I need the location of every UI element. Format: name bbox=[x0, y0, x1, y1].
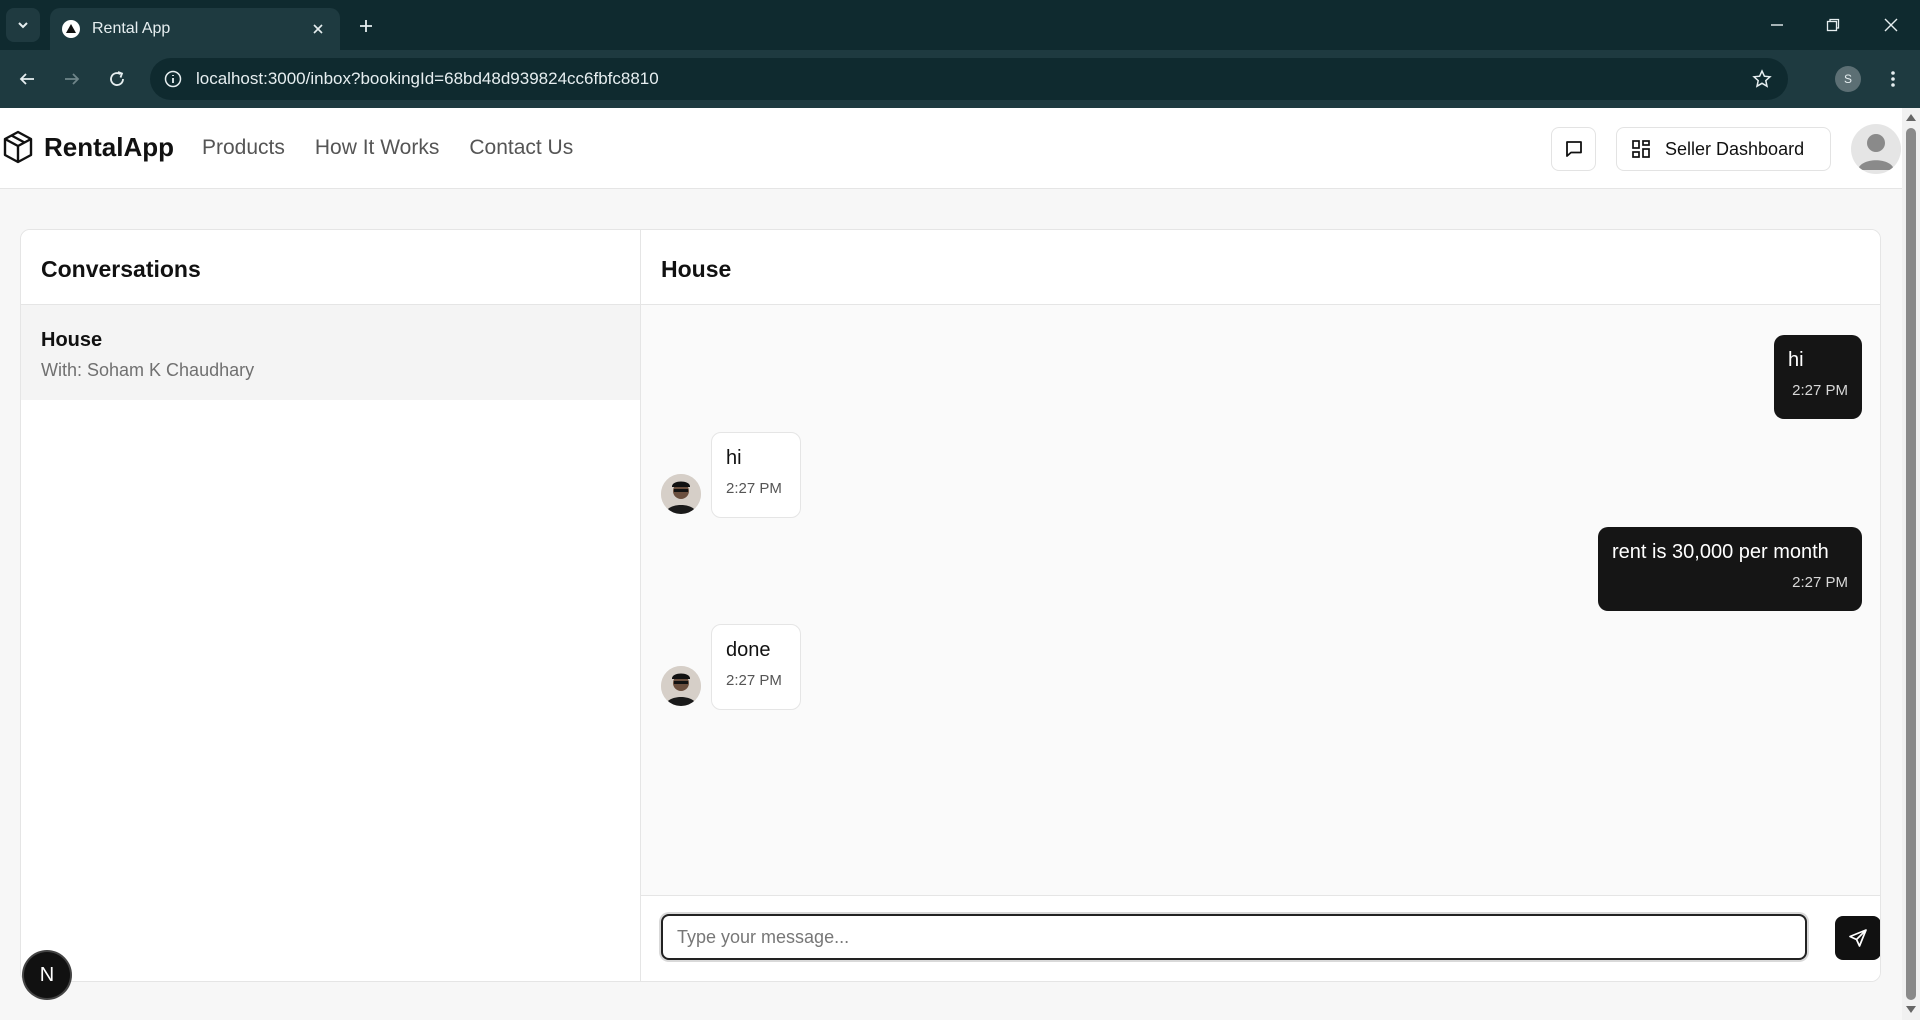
nav-products[interactable]: Products bbox=[202, 136, 285, 160]
dashboard-grid-icon bbox=[1632, 140, 1650, 158]
minimize-icon bbox=[1771, 24, 1783, 26]
incoming-message: done 2:27 PM bbox=[711, 624, 801, 710]
conversation-title: House bbox=[41, 329, 103, 351]
message-input[interactable] bbox=[661, 914, 1807, 960]
close-icon bbox=[1884, 18, 1898, 32]
message-text: hi bbox=[1788, 349, 1804, 371]
chat-pane: House hi 2:27 PM hi 2:27 PM rent is 30,0… bbox=[641, 230, 1880, 981]
browser-profile-avatar[interactable]: S bbox=[1835, 66, 1861, 92]
message-text: hi bbox=[726, 447, 742, 469]
arrow-right-icon bbox=[65, 73, 80, 85]
conversations-title: Conversations bbox=[21, 230, 640, 305]
tab-search-button[interactable] bbox=[6, 8, 40, 42]
back-button[interactable] bbox=[10, 62, 44, 96]
reload-icon bbox=[110, 71, 124, 86]
outgoing-message: hi 2:27 PM bbox=[1774, 335, 1862, 419]
package-cube-icon bbox=[3, 130, 33, 164]
message-time: 2:27 PM bbox=[726, 672, 782, 689]
plus-icon bbox=[360, 20, 372, 32]
outgoing-message: rent is 30,000 per month 2:27 PM bbox=[1598, 527, 1862, 611]
app-favicon-icon bbox=[62, 20, 80, 38]
forward-button[interactable] bbox=[55, 62, 89, 96]
chat-title: House bbox=[641, 230, 1880, 305]
bookmark-star-icon[interactable] bbox=[1752, 69, 1772, 89]
brand-link[interactable]: RentalApp bbox=[2, 130, 174, 164]
chevron-down-icon bbox=[18, 22, 28, 29]
main-nav: Products How It Works Contact Us bbox=[202, 136, 573, 160]
message-time: 2:27 PM bbox=[1792, 382, 1848, 399]
scroll-up-arrow-icon[interactable] bbox=[1906, 114, 1916, 121]
incoming-message: hi 2:27 PM bbox=[711, 432, 801, 518]
arrow-left-icon bbox=[19, 73, 34, 85]
seller-dashboard-button[interactable]: Seller Dashboard bbox=[1616, 127, 1831, 171]
messages-button[interactable] bbox=[1551, 127, 1596, 171]
address-bar[interactable]: localhost:3000/inbox?bookingId=68bd48d93… bbox=[150, 58, 1788, 100]
nav-contact-us[interactable]: Contact Us bbox=[469, 136, 573, 160]
sender-avatar bbox=[661, 474, 701, 514]
scrollbar-thumb[interactable] bbox=[1906, 128, 1916, 1000]
message-square-icon bbox=[1565, 141, 1582, 157]
message-text: rent is 30,000 per month bbox=[1612, 541, 1829, 563]
conversation-participant: With: Soham K Chaudhary bbox=[41, 360, 255, 380]
inbox-panel: Conversations House With: Soham K Chaudh… bbox=[20, 229, 1881, 982]
scroll-down-arrow-icon[interactable] bbox=[1906, 1006, 1916, 1013]
site-info-icon[interactable] bbox=[164, 70, 182, 88]
page-content: RentalApp Products How It Works Contact … bbox=[0, 108, 1902, 1020]
browser-tab-bar: Rental App bbox=[0, 0, 1920, 50]
nav-how-it-works[interactable]: How It Works bbox=[315, 136, 439, 160]
send-button[interactable] bbox=[1835, 916, 1880, 960]
message-composer bbox=[641, 895, 1880, 981]
restore-icon bbox=[1826, 18, 1840, 32]
browser-menu-button[interactable] bbox=[1876, 62, 1910, 96]
page-scrollbar[interactable] bbox=[1902, 108, 1920, 1020]
site-header: RentalApp Products How It Works Contact … bbox=[0, 108, 1902, 189]
message-time: 2:27 PM bbox=[726, 480, 782, 497]
reload-button[interactable] bbox=[100, 62, 134, 96]
minimize-button[interactable] bbox=[1762, 10, 1792, 40]
restore-button[interactable] bbox=[1818, 10, 1848, 40]
message-time: 2:27 PM bbox=[1792, 574, 1848, 591]
brand-name: RentalApp bbox=[44, 131, 174, 162]
user-avatar[interactable] bbox=[1851, 124, 1901, 174]
message-text: done bbox=[726, 639, 771, 661]
send-icon bbox=[1849, 929, 1867, 947]
message-list: hi 2:27 PM hi 2:27 PM rent is 30,000 per… bbox=[641, 305, 1880, 895]
nextjs-dev-badge[interactable]: N bbox=[24, 952, 70, 998]
tab-title: Rental App bbox=[92, 20, 171, 37]
browser-toolbar: localhost:3000/inbox?bookingId=68bd48d93… bbox=[0, 50, 1920, 108]
more-vertical-icon bbox=[1891, 71, 1895, 87]
close-tab-icon[interactable] bbox=[308, 19, 328, 39]
new-tab-button[interactable] bbox=[352, 12, 380, 40]
sender-avatar bbox=[661, 666, 701, 706]
conversations-sidebar: Conversations House With: Soham K Chaudh… bbox=[21, 230, 641, 981]
user-placeholder-icon bbox=[1858, 134, 1894, 170]
url-text: localhost:3000/inbox?bookingId=68bd48d93… bbox=[196, 69, 659, 88]
browser-tab[interactable]: Rental App bbox=[50, 8, 340, 50]
conversation-item[interactable]: House With: Soham K Chaudhary bbox=[21, 305, 640, 400]
close-window-button[interactable] bbox=[1876, 10, 1906, 40]
seller-dashboard-label: Seller Dashboard bbox=[1665, 138, 1805, 159]
